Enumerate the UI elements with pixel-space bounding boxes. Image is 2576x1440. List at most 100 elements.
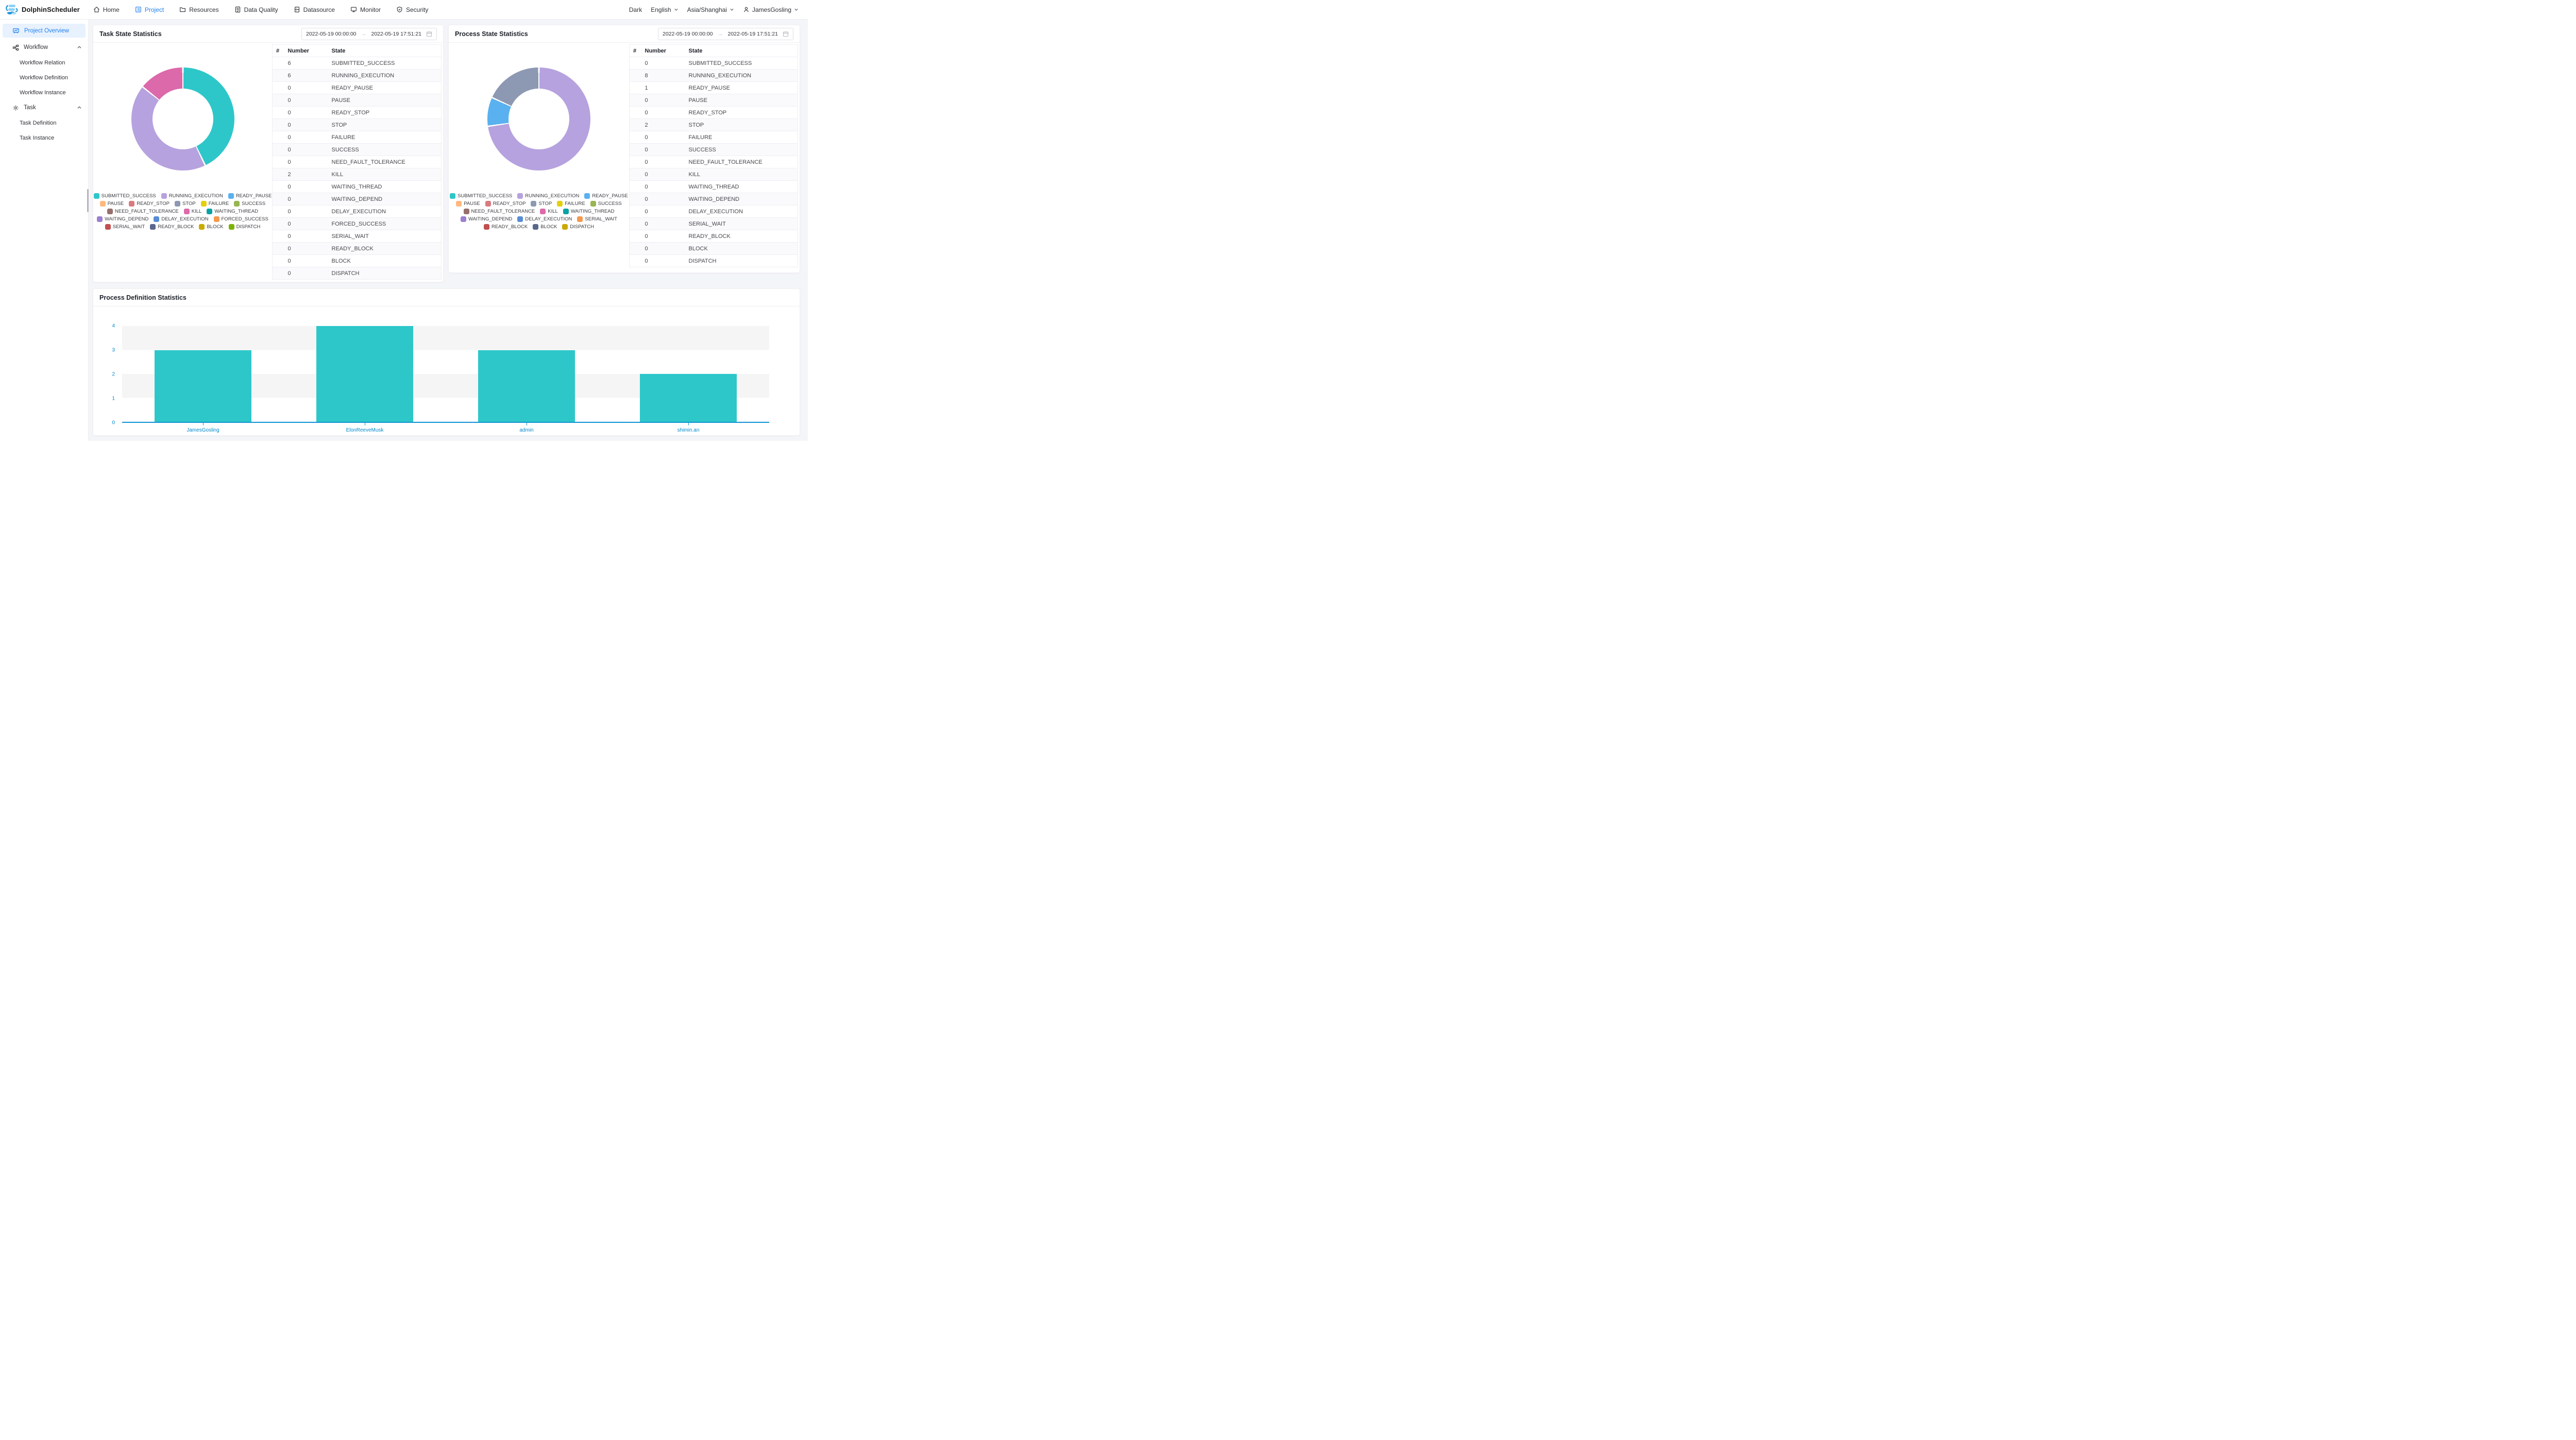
date-range-picker[interactable]: 2022-05-19 00:00:00 → 2022-05-19 17:51:2… xyxy=(658,28,793,40)
legend-item[interactable]: WAITING_DEPEND xyxy=(97,216,148,222)
cell-state: KILL xyxy=(332,168,442,181)
legend-item[interactable]: READY_PAUSE xyxy=(228,193,272,199)
sidebar-group-workflow[interactable]: Workflow xyxy=(0,40,88,55)
nav-item-project[interactable]: Project xyxy=(135,6,164,13)
cell-state: DELAY_EXECUTION xyxy=(332,205,442,218)
legend-swatch xyxy=(456,201,462,207)
legend-item[interactable]: DISPATCH xyxy=(562,224,594,230)
legend-swatch xyxy=(154,216,159,222)
table-row: 0 DELAY_EXECUTION xyxy=(630,205,798,218)
chevron-down-icon xyxy=(794,7,799,12)
theme-toggle[interactable]: Dark xyxy=(629,6,642,13)
process-state-donut-chart[interactable] xyxy=(487,67,590,170)
legend-item[interactable]: READY_STOP xyxy=(129,201,170,207)
nav-item-resources[interactable]: Resources xyxy=(179,6,218,13)
cell-index xyxy=(630,107,645,119)
navbar-right: Dark English Asia/Shanghai JamesGosling xyxy=(629,6,799,13)
legend-item[interactable]: FAILURE xyxy=(201,201,229,207)
legend-item[interactable]: SUBMITTED_SUCCESS xyxy=(94,193,156,199)
legend-item[interactable]: RUNNING_EXECUTION xyxy=(517,193,579,199)
legend-item[interactable]: KILL xyxy=(540,209,558,214)
bar[interactable] xyxy=(640,374,737,422)
date-start: 2022-05-19 00:00:00 xyxy=(663,31,713,37)
legend-item[interactable]: DISPATCH xyxy=(229,224,261,230)
plot-area[interactable]: JamesGosling ElonReeveMusk admin xyxy=(122,326,769,423)
legend-item[interactable]: STOP xyxy=(531,201,552,207)
legend-item[interactable]: SERIAL_WAIT xyxy=(577,216,617,222)
calendar-icon xyxy=(426,31,432,37)
legend-item[interactable]: NEED_FAULT_TOLERANCE xyxy=(464,209,535,214)
sidebar-sub-item[interactable]: Task Instance xyxy=(0,130,88,145)
legend-item[interactable]: READY_BLOCK xyxy=(484,224,528,230)
legend-swatch xyxy=(161,193,167,199)
x-axis-label[interactable]: admin xyxy=(446,427,607,433)
nav-item-data-quality[interactable]: Data Quality xyxy=(234,6,278,13)
legend-item[interactable]: DELAY_EXECUTION xyxy=(154,216,208,222)
legend-item[interactable]: PAUSE xyxy=(100,201,124,207)
legend-item[interactable]: NEED_FAULT_TOLERANCE xyxy=(107,209,179,214)
cell-state: READY_PAUSE xyxy=(332,82,442,94)
legend-item[interactable]: KILL xyxy=(184,209,202,214)
process-chart-legend: SUBMITTED_SUCCESS RUNNING_EXECUTION READY_… xyxy=(449,193,629,230)
legend-label: KILL xyxy=(548,209,558,214)
legend-item[interactable]: WAITING_THREAD xyxy=(207,209,258,214)
cell-index xyxy=(630,70,645,82)
task-state-donut-chart[interactable] xyxy=(131,67,234,170)
process-definition-bar-chart: 4 3 2 1 0 JamesGosling xyxy=(93,306,800,435)
legend-label: READY_BLOCK xyxy=(158,224,194,230)
sidebar-sub-item[interactable]: Workflow Relation xyxy=(0,55,88,70)
sidebar-sub-item[interactable]: Workflow Instance xyxy=(0,85,88,100)
legend-item[interactable]: STOP xyxy=(175,201,196,207)
legend-swatch xyxy=(201,201,207,207)
cell-index xyxy=(630,181,645,193)
scrollbar-thumb[interactable] xyxy=(87,189,89,212)
x-axis-label[interactable]: ElonReeveMusk xyxy=(284,427,446,433)
y-axis-tick: 1 xyxy=(112,396,115,402)
legend-item[interactable]: SERIAL_WAIT xyxy=(105,224,145,230)
table-row: 0 SERIAL_WAIT xyxy=(630,218,798,230)
cell-index xyxy=(630,119,645,131)
table-row: 0 WAITING_DEPEND xyxy=(630,193,798,205)
x-axis-label[interactable]: JamesGosling xyxy=(122,427,284,433)
sidebar-sub-item[interactable]: Task Definition xyxy=(0,115,88,130)
language-select[interactable]: English xyxy=(651,6,678,13)
timezone-select[interactable]: Asia/Shanghai xyxy=(687,6,734,13)
nav-item-security[interactable]: Security xyxy=(396,6,428,13)
column-header-index: # xyxy=(273,45,288,57)
legend-item[interactable]: SUBMITTED_SUCCESS xyxy=(450,193,512,199)
nav-item-monitor[interactable]: Monitor xyxy=(350,6,381,13)
legend-label: STOP xyxy=(538,201,552,207)
sidebar-sub-item[interactable]: Workflow Definition xyxy=(0,70,88,85)
legend-item[interactable]: WAITING_DEPEND xyxy=(461,216,512,222)
nav-item-datasource[interactable]: Datasource xyxy=(294,6,335,13)
legend-item[interactable]: DELAY_EXECUTION xyxy=(517,216,572,222)
legend-item[interactable]: BLOCK xyxy=(199,224,223,230)
user-menu[interactable]: JamesGosling xyxy=(743,6,799,13)
sidebar-item-project-overview[interactable]: Project Overview xyxy=(3,24,86,38)
cell-state: STOP xyxy=(332,119,442,131)
x-axis-label[interactable]: shimin.an xyxy=(607,427,769,433)
arrow-right-icon: → xyxy=(361,31,367,37)
legend-swatch xyxy=(485,201,491,207)
brand-logo[interactable]: DolphinScheduler xyxy=(5,4,80,16)
legend-item[interactable]: READY_STOP xyxy=(485,201,526,207)
legend-item[interactable]: READY_PAUSE xyxy=(584,193,628,199)
table-row: 0 FAILURE xyxy=(273,131,442,144)
bar[interactable] xyxy=(478,350,575,422)
bar[interactable] xyxy=(155,350,251,422)
legend-item[interactable]: FAILURE xyxy=(557,201,585,207)
nav-item-home[interactable]: Home xyxy=(93,6,120,13)
sidebar-group-task[interactable]: Task xyxy=(0,100,88,115)
date-range-picker[interactable]: 2022-05-19 00:00:00 → 2022-05-19 17:51:2… xyxy=(301,28,437,40)
cell-state: FORCED_SUCCESS xyxy=(332,218,442,230)
legend-item[interactable]: BLOCK xyxy=(533,224,557,230)
legend-item[interactable]: SUCCESS xyxy=(590,201,622,207)
legend-item[interactable]: FORCED_SUCCESS xyxy=(214,216,268,222)
legend-item[interactable]: SUCCESS xyxy=(234,201,265,207)
cell-number: 0 xyxy=(645,107,689,119)
legend-item[interactable]: READY_BLOCK xyxy=(150,224,194,230)
legend-item[interactable]: PAUSE xyxy=(456,201,480,207)
legend-item[interactable]: WAITING_THREAD xyxy=(563,209,615,214)
legend-item[interactable]: RUNNING_EXECUTION xyxy=(161,193,223,199)
bar[interactable] xyxy=(316,326,413,422)
